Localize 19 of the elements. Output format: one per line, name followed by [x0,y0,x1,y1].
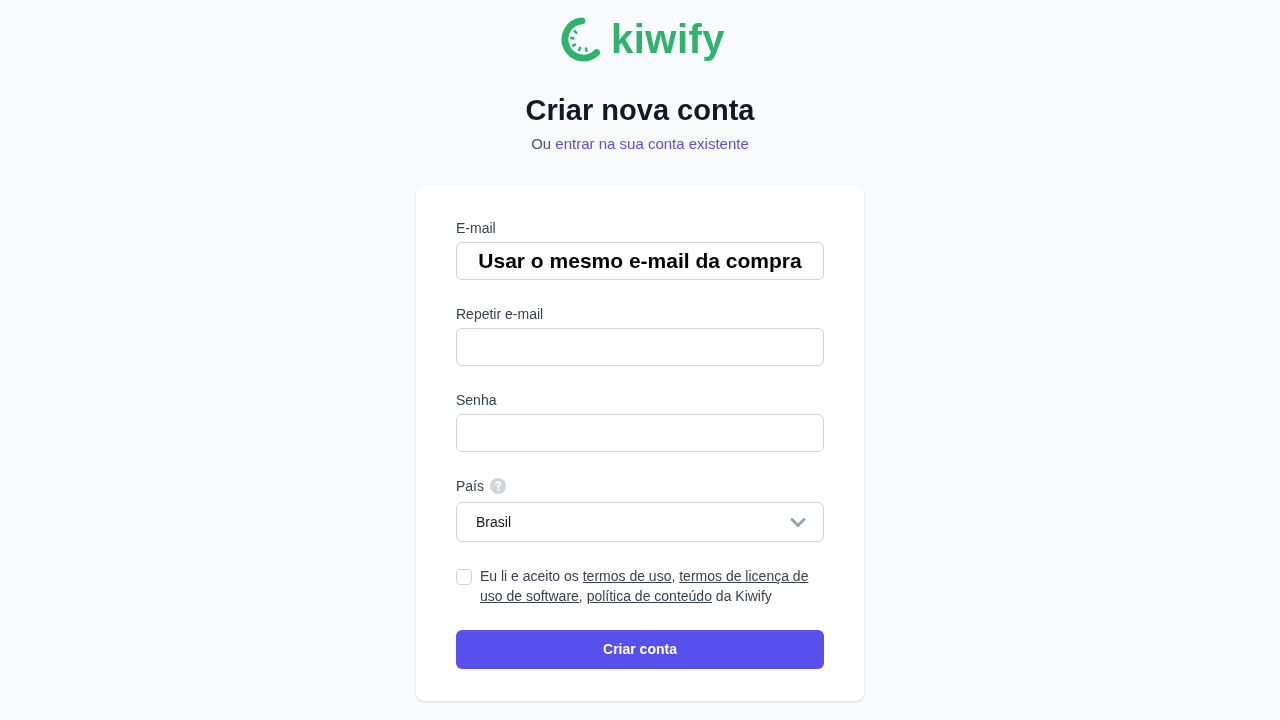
field-label: E-mail [456,219,496,238]
brand-name: kiwify [610,16,726,62]
checkbox[interactable] [456,569,472,585]
input-field[interactable]: Usar o mesmo e-mail da compra [456,242,824,280]
signin-link[interactable]: entrar na sua conta existente [555,135,749,152]
terms-link[interactable]: uso de software [480,588,579,604]
field-label: País [456,477,484,496]
terms-link[interactable]: política de conteúdo [586,588,712,604]
terms-link[interactable]: termos de licença de [679,568,809,584]
country-select[interactable]: Brasil [456,502,824,542]
field-label: Repetir e-mail [456,305,544,324]
input-field[interactable] [456,328,824,366]
field-label: Senha [456,391,497,410]
terms-text: Eu li e aceito os termos de uso, termos de licença de uso de software, política de conteúdo da Kiwify [480,567,810,606]
create-account-button[interactable]: Criar conta [456,630,824,669]
signin-prompt: Ou entrar na sua conta existente [531,134,749,154]
page-title: Criar nova conta [525,93,755,128]
input-field[interactable] [456,414,824,452]
chevron-down-icon [790,516,806,528]
